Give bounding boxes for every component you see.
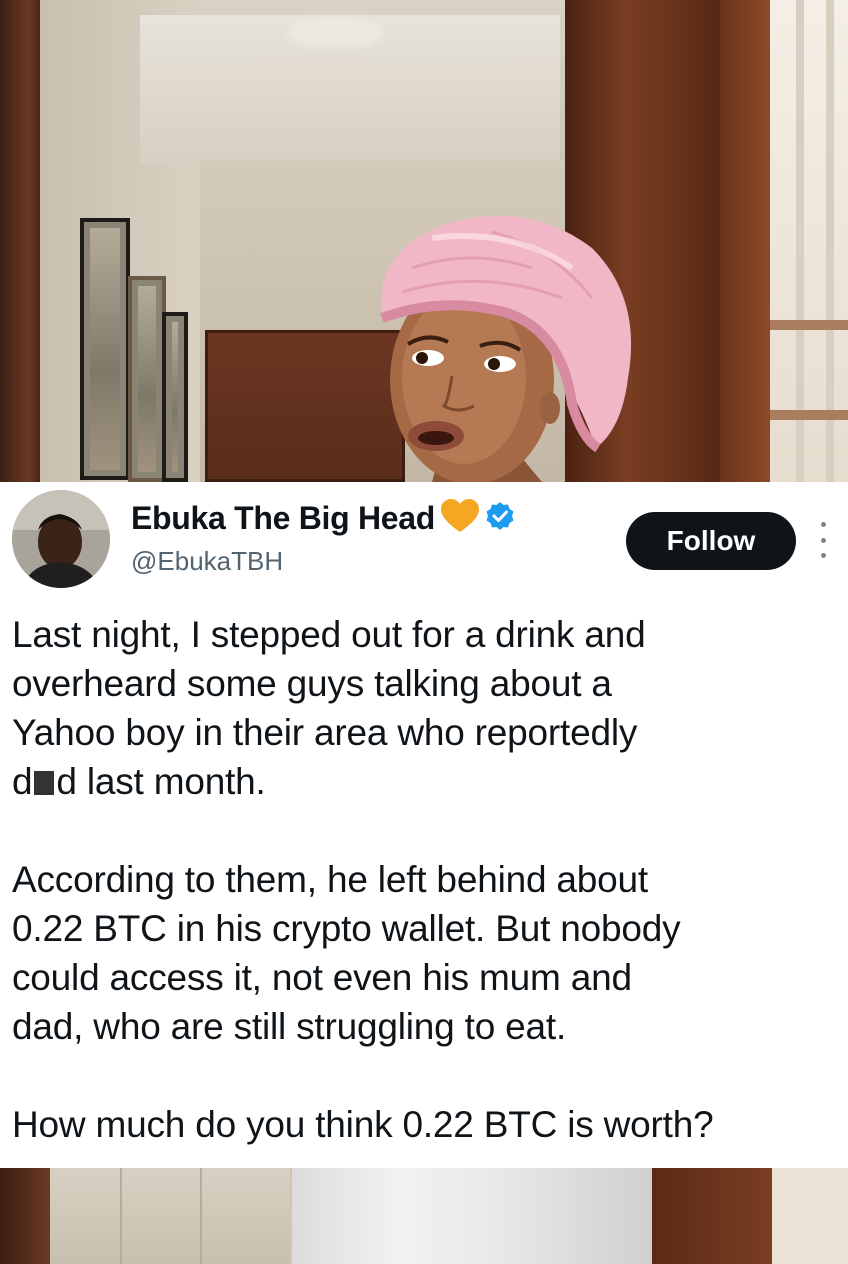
woman-in-bonnet	[380, 215, 632, 482]
tweet-text: Last night, I stepped out for a drink an…	[12, 610, 842, 1149]
orange-heart-icon	[441, 498, 479, 538]
redaction-block	[34, 771, 55, 795]
tweet-card: Ebuka The Big Head @EbukaTBH Follow Last…	[0, 482, 848, 1168]
avatar-photo	[12, 490, 110, 588]
verified-badge-icon	[485, 501, 515, 536]
paragraph-1-end: d last month.	[56, 761, 266, 802]
tweet-paragraph-1: Last night, I stepped out for a drink an…	[12, 610, 842, 806]
avatar[interactable]	[12, 490, 110, 588]
meme-image: Ebuka The Big Head @EbukaTBH Follow Last…	[0, 0, 848, 1264]
bottom-photo	[0, 1168, 848, 1264]
tweet-paragraph-2: According to them, he left behind about …	[12, 859, 681, 1047]
follow-button[interactable]: Follow	[626, 512, 796, 570]
display-name[interactable]: Ebuka The Big Head	[131, 500, 435, 537]
user-handle[interactable]: @EbukaTBH	[131, 546, 515, 577]
user-info: Ebuka The Big Head @EbukaTBH	[131, 498, 515, 577]
top-photo	[0, 0, 848, 482]
tweet-paragraph-3: How much do you think 0.22 BTC is worth?	[12, 1104, 714, 1145]
more-options-icon[interactable]	[815, 522, 831, 558]
